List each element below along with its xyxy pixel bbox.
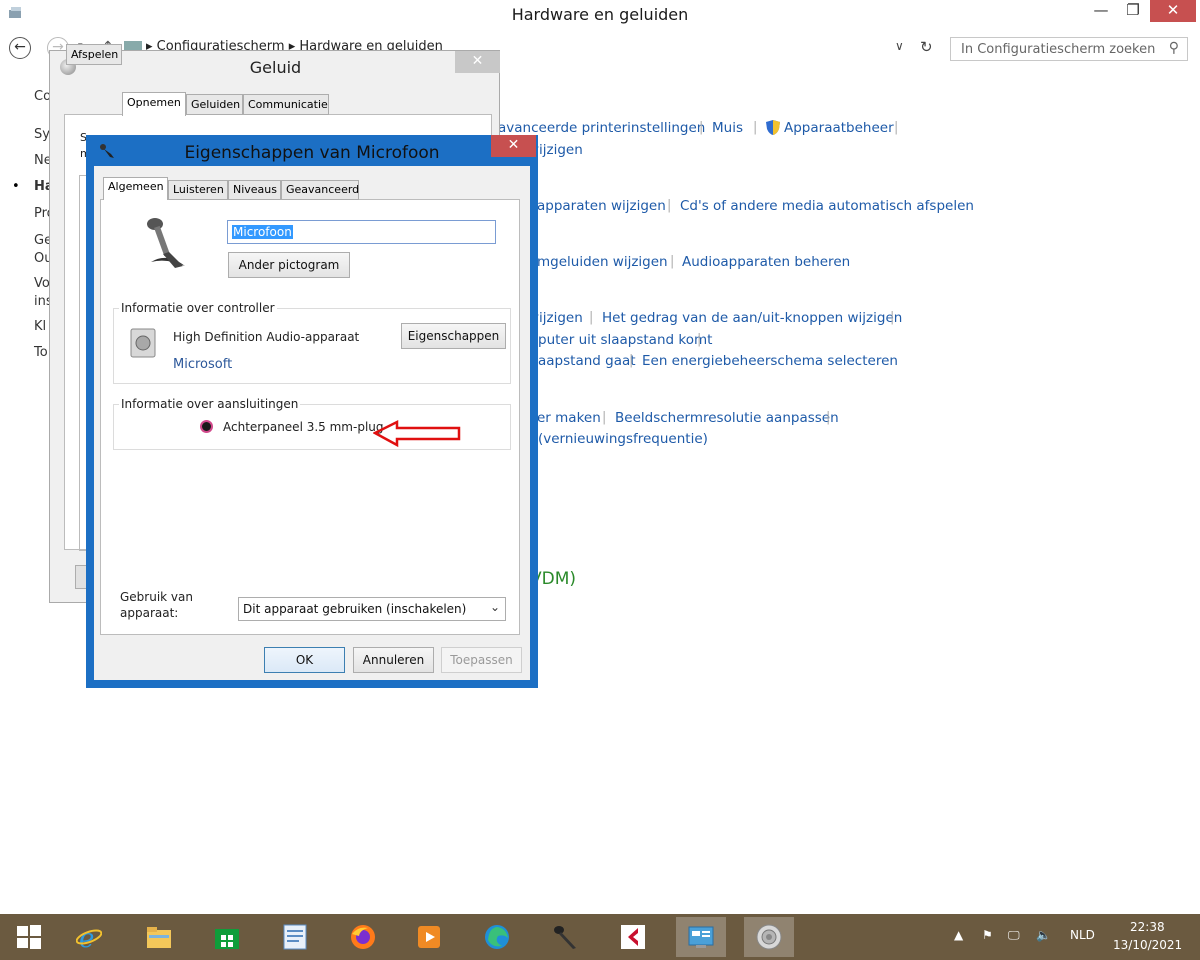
- usage-label: Gebruik van apparaat:: [120, 590, 193, 620]
- sleep-link[interactable]: aapstand gaat: [538, 353, 636, 369]
- uac-shield-icon: [766, 120, 780, 135]
- file-explorer-icon[interactable]: [134, 917, 184, 957]
- left-nav-item[interactable]: To: [34, 345, 48, 360]
- main-link[interactable]: er maken: [537, 410, 601, 426]
- separator: |: [602, 410, 607, 425]
- separator: |: [753, 120, 758, 135]
- power-buttons-link[interactable]: Het gedrag van de aan/uit-knoppen wijzig…: [602, 310, 902, 326]
- audio-controller-icon: [130, 328, 156, 358]
- taskbar: e ▲ ⚑ 🖵 🔈 NLD 22:38 13/10/2021: [0, 914, 1200, 960]
- main-link[interactable]: vijzigen: [531, 142, 583, 158]
- cancel-button[interactable]: Annuleren: [353, 647, 434, 673]
- microphone-icon: [147, 218, 185, 268]
- clock-time[interactable]: 22:38: [1130, 920, 1165, 934]
- controller-name: High Definition Audio-apparaat: [173, 330, 360, 344]
- tab-communicatie[interactable]: Communicatie: [243, 94, 329, 115]
- printer-settings-link[interactable]: avanceerde printerinstellingen: [498, 120, 705, 136]
- refresh-rate-link[interactable]: (vernieuwingsfrequentie): [538, 431, 708, 447]
- search-input[interactable]: In Configuratiescherm zoeken ⚲: [950, 37, 1188, 61]
- red-arrow-annotation: [373, 419, 461, 448]
- autoplay-link[interactable]: Cd's of andere media automatisch afspele…: [680, 198, 974, 214]
- tab-algemeen[interactable]: Algemeen: [103, 177, 168, 200]
- language-indicator[interactable]: NLD: [1070, 928, 1095, 942]
- action-center-flag-icon[interactable]: ⚑: [982, 928, 993, 942]
- tab-afspelen[interactable]: Afspelen: [66, 44, 122, 65]
- close-window-button[interactable]: ✕: [1150, 0, 1196, 22]
- separator: |: [894, 120, 899, 135]
- separator: |: [670, 254, 675, 269]
- controller-info-legend: Informatie over controller: [119, 301, 277, 315]
- properties-dialog-title: Eigenschappen van Microfoon: [184, 143, 440, 163]
- control-panel-icon[interactable]: [676, 917, 726, 957]
- device-usage-value: Dit apparaat gebruiken (inschakelen): [243, 602, 467, 616]
- manage-audio-devices-link[interactable]: Audioapparaten beheren: [682, 254, 850, 270]
- controller-vendor: Microsoft: [173, 357, 233, 372]
- separator: |: [589, 310, 594, 325]
- jack-color-indicator: [200, 420, 213, 433]
- window-titlebar: Hardware en geluiden — ❐ ✕: [0, 0, 1200, 30]
- microphone-app-icon[interactable]: [540, 917, 590, 957]
- wordpad-icon[interactable]: [270, 917, 320, 957]
- mouse-link[interactable]: Muis: [712, 120, 743, 136]
- separator: |: [629, 353, 634, 368]
- store-icon[interactable]: [202, 917, 252, 957]
- power-plan-link[interactable]: Een energiebeheerschema selecteren: [642, 353, 898, 369]
- svg-text:e: e: [79, 924, 94, 950]
- edge-icon[interactable]: [472, 917, 522, 957]
- separator: |: [667, 198, 672, 213]
- search-icon[interactable]: ⚲: [1169, 40, 1179, 56]
- device-name-value: Microfoon: [232, 225, 293, 239]
- device-usage-select[interactable]: Dit apparaat gebruiken (inschakelen) ⌄: [238, 597, 506, 621]
- internet-explorer-icon[interactable]: e: [64, 917, 114, 957]
- speaker-app-icon[interactable]: [744, 917, 794, 957]
- sound-dialog-close-button[interactable]: ✕: [455, 51, 500, 73]
- media-player-icon[interactable]: [404, 917, 454, 957]
- properties-dialog-close-button[interactable]: ✕: [491, 135, 536, 157]
- current-item-bullet: •: [12, 179, 20, 194]
- separator: |: [697, 332, 702, 347]
- volume-icon[interactable]: 🔈: [1036, 928, 1051, 942]
- system-sounds-link[interactable]: mgeluiden wijzigen: [537, 254, 668, 270]
- network-icon[interactable]: 🖵: [1008, 928, 1020, 943]
- maximize-button[interactable]: ❐: [1118, 0, 1148, 22]
- ok-button[interactable]: OK: [264, 647, 345, 673]
- screen-resolution-link[interactable]: Beeldschermresolutie aanpassen: [615, 410, 839, 426]
- back-button[interactable]: ←: [9, 37, 31, 59]
- change-icon-button[interactable]: Ander pictogram: [228, 252, 350, 278]
- device-manager-link[interactable]: Apparaatbeheer: [784, 120, 894, 136]
- jack-info-legend: Informatie over aansluitingen: [119, 397, 301, 411]
- left-nav-item[interactable]: Kl: [34, 319, 46, 334]
- refresh-button[interactable]: ↻: [920, 38, 933, 56]
- minimize-button[interactable]: —: [1084, 0, 1118, 22]
- firefox-icon[interactable]: [338, 917, 388, 957]
- cubase-icon[interactable]: [608, 917, 658, 957]
- separator: |: [826, 410, 831, 425]
- search-placeholder: In Configuratiescherm zoeken: [961, 42, 1156, 57]
- left-nav-item[interactable]: Vo: [34, 276, 50, 291]
- windows-start-icon[interactable]: [4, 917, 54, 957]
- device-name-input[interactable]: Microfoon: [227, 220, 496, 244]
- separator: |: [699, 120, 704, 135]
- tab-luisteren[interactable]: Luisteren: [168, 180, 228, 200]
- jack-name: Achterpaneel 3.5 mm-plug: [223, 420, 384, 434]
- controller-properties-button[interactable]: Eigenschappen: [401, 323, 506, 349]
- chevron-down-icon: ⌄: [489, 600, 500, 614]
- apply-button[interactable]: Toepassen: [441, 647, 522, 673]
- clock-date[interactable]: 13/10/2021: [1113, 938, 1182, 952]
- wake-computer-link[interactable]: puter uit slaapstand komt: [538, 332, 712, 348]
- tab-niveaus[interactable]: Niveaus: [228, 180, 281, 200]
- show-hidden-icons-button[interactable]: ▲: [954, 928, 963, 942]
- left-nav-item[interactable]: Sy: [34, 127, 50, 142]
- separator: |: [890, 310, 895, 325]
- tab-geluiden[interactable]: Geluiden: [186, 94, 243, 115]
- devices-change-link[interactable]: apparaten wijzigen: [537, 198, 666, 214]
- window-title: Hardware en geluiden: [511, 5, 689, 24]
- tab-geavanceerd[interactable]: Geavanceerd: [281, 180, 359, 200]
- tab-opnemen[interactable]: Opnemen: [122, 92, 186, 116]
- address-dropdown-button[interactable]: ∨: [895, 39, 904, 53]
- main-link[interactable]: vijzigen: [531, 310, 583, 326]
